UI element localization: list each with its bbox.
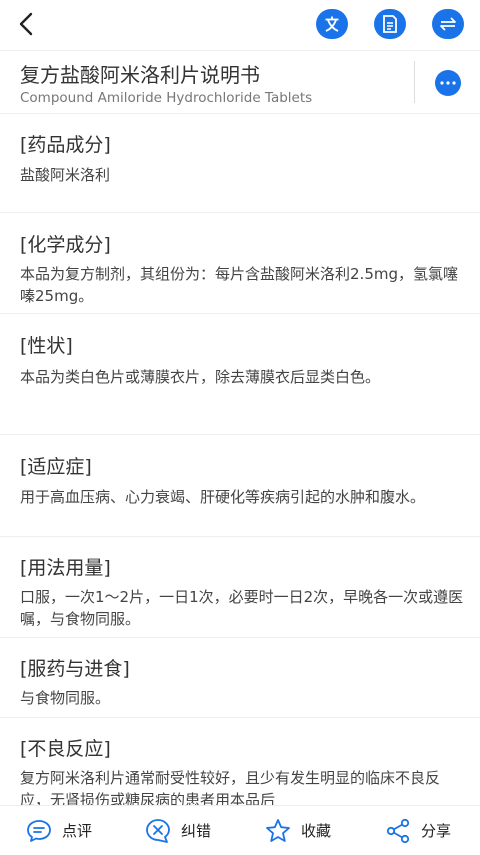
section-body: 复方阿米洛利片通常耐受性较好，且少有发生明显的临床不良反应，无肾损伤或糖尿病的患…	[20, 769, 441, 805]
section-body: 盐酸阿米洛利	[20, 166, 111, 184]
section-ingredients: [药品成分] 盐酸阿米洛利	[0, 113, 480, 213]
section-body: 本品为复方制剂，其组份为：每片含盐酸阿米洛利2.5mg，氢氯噻嗪25mg。	[20, 265, 458, 305]
correct-label: 纠错	[181, 822, 212, 840]
share-button[interactable]: 分享	[385, 806, 451, 855]
more-button[interactable]	[435, 70, 461, 96]
comment-button[interactable]: 点评	[26, 806, 92, 855]
comment-label: 点评	[62, 822, 93, 840]
section-title: [药品成分]	[20, 134, 111, 156]
translate-button[interactable]	[316, 9, 348, 39]
section-body: 口服，一次1～2片，一日1次，必要时一日2次，早晚各一次或遵医嘱，与食物同服。	[20, 588, 464, 628]
back-arrow-icon	[19, 12, 33, 36]
section-title: [化学成分]	[20, 234, 111, 256]
favorite-button[interactable]: 收藏	[265, 806, 331, 855]
section-food: [服药与进食] 与食物同服。	[0, 638, 480, 718]
swap-button[interactable]	[432, 9, 464, 39]
title-area: 复方盐酸阿米洛利片说明书 Compound Amiloride Hydrochl…	[0, 50, 480, 114]
star-icon	[266, 818, 290, 842]
share-label: 分享	[421, 822, 452, 840]
more-dots-icon	[440, 81, 456, 85]
section-title: [服药与进食]	[20, 658, 130, 680]
section-title: [性状]	[20, 335, 73, 357]
top-bar	[0, 0, 480, 50]
divider	[414, 61, 415, 103]
section-body: 本品为类白色片或薄膜衣片，除去薄膜衣后显类白色。	[20, 368, 381, 386]
correct-button[interactable]: 纠错	[145, 806, 211, 855]
section-chemical: [化学成分] 本品为复方制剂，其组份为：每片含盐酸阿米洛利2.5mg，氢氯噻嗪2…	[0, 213, 480, 314]
back-button[interactable]	[14, 10, 38, 38]
section-body: 用于高血压病、心力衰竭、肝硬化等疾病引起的水肿和腹水。	[20, 488, 426, 506]
share-icon	[386, 818, 410, 843]
section-adverse: [不良反应] 复方阿米洛利片通常耐受性较好，且少有发生明显的临床不良反应，无肾损…	[0, 718, 480, 805]
error-correct-icon	[146, 818, 170, 843]
section-title: [用法用量]	[20, 557, 111, 579]
section-dosage: [用法用量] 口服，一次1～2片，一日1次，必要时一日2次，早晚各一次或遵医嘱，…	[0, 537, 480, 638]
document-icon	[383, 15, 397, 33]
section-body: 与食物同服。	[20, 689, 111, 707]
swap-icon	[440, 17, 456, 31]
section-indications: [适应症] 用于高血压病、心力衰竭、肝硬化等疾病引起的水肿和腹水。	[0, 435, 480, 537]
section-appearance: [性状] 本品为类白色片或薄膜衣片，除去薄膜衣后显类白色。	[0, 314, 480, 435]
document-button[interactable]	[374, 9, 406, 39]
section-title: [不良反应]	[20, 738, 111, 760]
translate-icon	[325, 16, 339, 32]
bottom-bar: 点评 纠错 收藏 分享	[0, 805, 480, 855]
section-title: [适应症]	[20, 456, 92, 478]
favorite-label: 收藏	[301, 822, 332, 840]
page-title: 复方盐酸阿米洛利片说明书	[20, 63, 260, 87]
comment-icon	[27, 819, 51, 842]
content-area[interactable]: [药品成分] 盐酸阿米洛利 [化学成分] 本品为复方制剂，其组份为：每片含盐酸阿…	[0, 113, 480, 805]
page-subtitle: Compound Amiloride Hydrochloride Tablets	[20, 90, 313, 106]
